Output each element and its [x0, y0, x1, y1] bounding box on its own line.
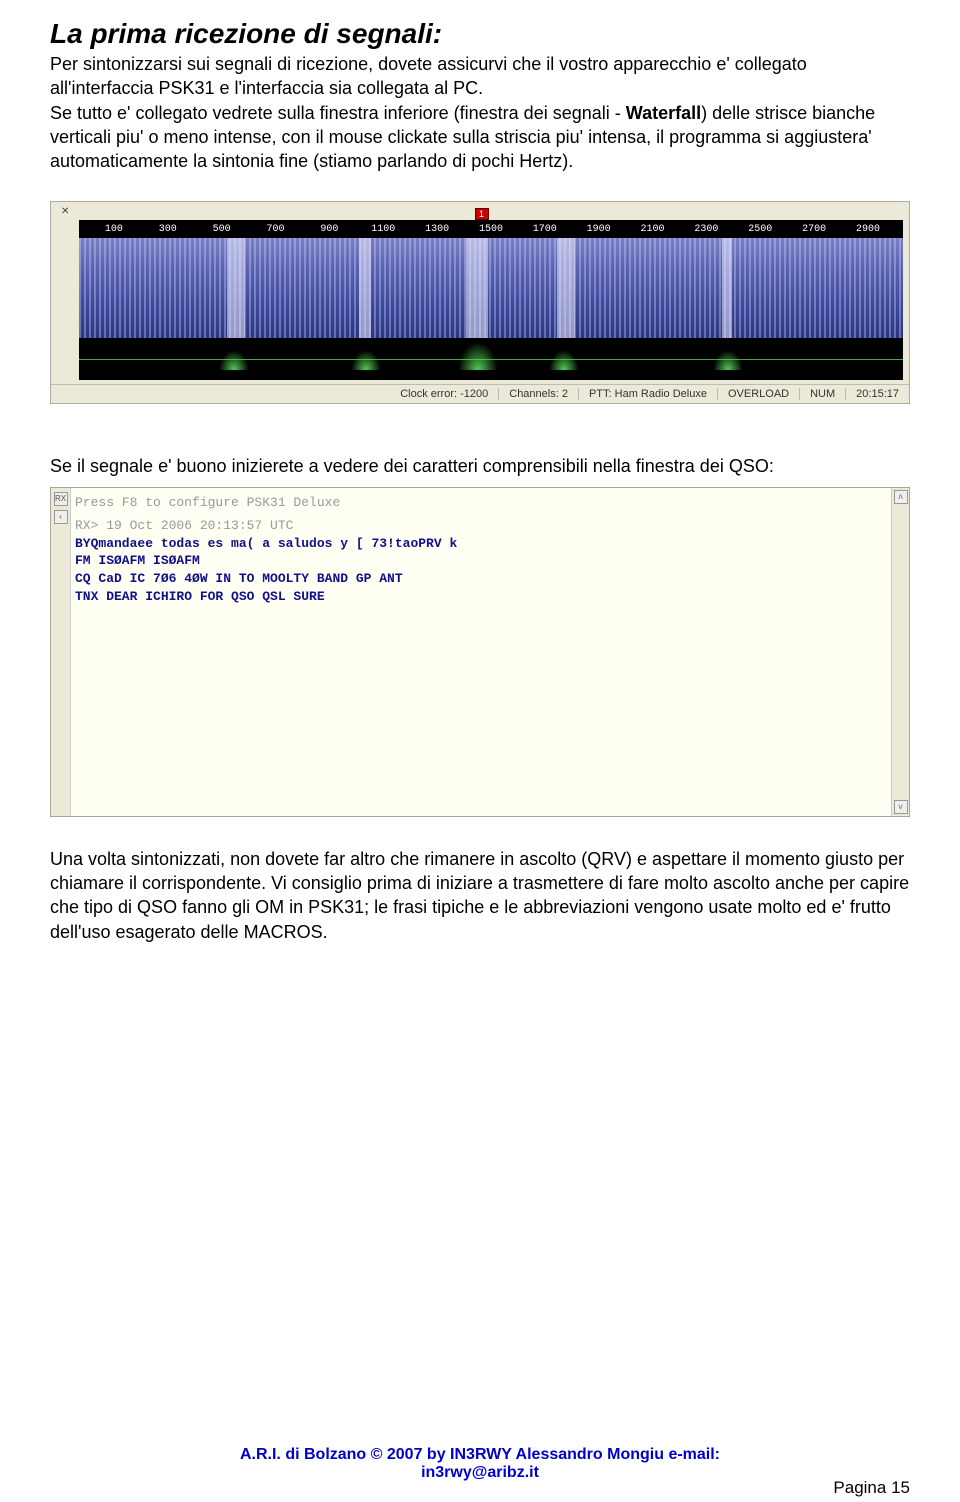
freq-tick: 2100: [626, 224, 680, 235]
qso-line: BYQmandaee todas es ma( a saludos y [ 73…: [75, 535, 887, 553]
scroll-down-icon[interactable]: ˅: [894, 800, 908, 814]
freq-tick: 2300: [679, 224, 733, 235]
status-clock: Clock error: -1200: [390, 388, 488, 400]
status-num: NUM: [799, 388, 835, 400]
freq-tick: 100: [87, 224, 141, 235]
page-title: La prima ricezione di segnali:: [50, 18, 910, 50]
freq-tick: 2500: [733, 224, 787, 235]
closing-paragraph: Una volta sintonizzati, non dovete far a…: [50, 847, 910, 944]
waterfall-status-bar: Clock error: -1200 Channels: 2 PTT: Ham …: [51, 384, 909, 403]
status-ptt: PTT: Ham Radio Deluxe: [578, 388, 707, 400]
frequency-ruler[interactable]: 1 100 300 500 700 900 1100 1300 1500 170…: [79, 220, 903, 238]
qso-hint: Press F8 to configure PSK31 Deluxe: [75, 494, 887, 512]
arrow-icon[interactable]: ‹: [54, 510, 68, 524]
freq-tick: 900: [302, 224, 356, 235]
qso-line: FM ISØAFM ISØAFM: [75, 552, 887, 570]
rx-icon[interactable]: RX: [54, 492, 68, 506]
page-footer: A.R.I. di Bolzano © 2007 by IN3RWY Aless…: [50, 1446, 910, 1482]
waterfall-screenshot: ✕ 1 100 300 500 700 900 1100 1300 1500 1…: [50, 201, 910, 404]
intro-paragraph-2: Se tutto e' collegato vedrete sulla fine…: [50, 101, 910, 174]
scrollbar[interactable]: ˄ ˅: [891, 488, 909, 816]
intro-paragraph-1: Per sintonizzarsi sui segnali di ricezio…: [50, 52, 910, 101]
qso-line: TNX DEAR ICHIRO FOR QSO QSL SURE: [75, 588, 887, 606]
freq-tick: 1100: [356, 224, 410, 235]
waterfall-spectrum[interactable]: [79, 238, 903, 338]
amplitude-trace: [79, 338, 903, 380]
qso-line: CQ CaD IC 7Ø6 4ØW IN TO MOOLTY BAND GP A…: [75, 570, 887, 588]
qso-text-area[interactable]: Press F8 to configure PSK31 Deluxe RX> 1…: [71, 488, 891, 816]
status-channels: Channels: 2: [498, 388, 568, 400]
close-icon[interactable]: ✕: [61, 206, 69, 217]
scroll-up-icon[interactable]: ˄: [894, 490, 908, 504]
freq-tick: 1500: [464, 224, 518, 235]
tune-marker[interactable]: 1: [475, 208, 489, 220]
freq-tick: 300: [141, 224, 195, 235]
qso-timestamp: RX> 19 Oct 2006 20:13:57 UTC: [75, 517, 887, 535]
freq-tick: 2700: [787, 224, 841, 235]
freq-tick: 1300: [410, 224, 464, 235]
page-number: Pagina 15: [833, 1478, 910, 1498]
freq-tick: 1700: [518, 224, 572, 235]
status-time: 20:15:17: [845, 388, 899, 400]
freq-tick: 700: [249, 224, 303, 235]
status-overload: OVERLOAD: [717, 388, 789, 400]
footer-line-1: A.R.I. di Bolzano © 2007 by IN3RWY Aless…: [240, 1446, 720, 1463]
middle-paragraph: Se il segnale e' buono inizierete a vede…: [50, 454, 910, 478]
waterfall-term: Waterfall: [626, 103, 701, 123]
footer-line-2: in3rwy@aribz.it: [50, 1464, 910, 1482]
freq-tick: 2900: [841, 224, 895, 235]
qso-window: RX ‹ Press F8 to configure PSK31 Deluxe …: [50, 487, 910, 817]
freq-tick: 1900: [572, 224, 626, 235]
p2-a: Se tutto e' collegato vedrete sulla fine…: [50, 103, 626, 123]
freq-tick: 500: [195, 224, 249, 235]
